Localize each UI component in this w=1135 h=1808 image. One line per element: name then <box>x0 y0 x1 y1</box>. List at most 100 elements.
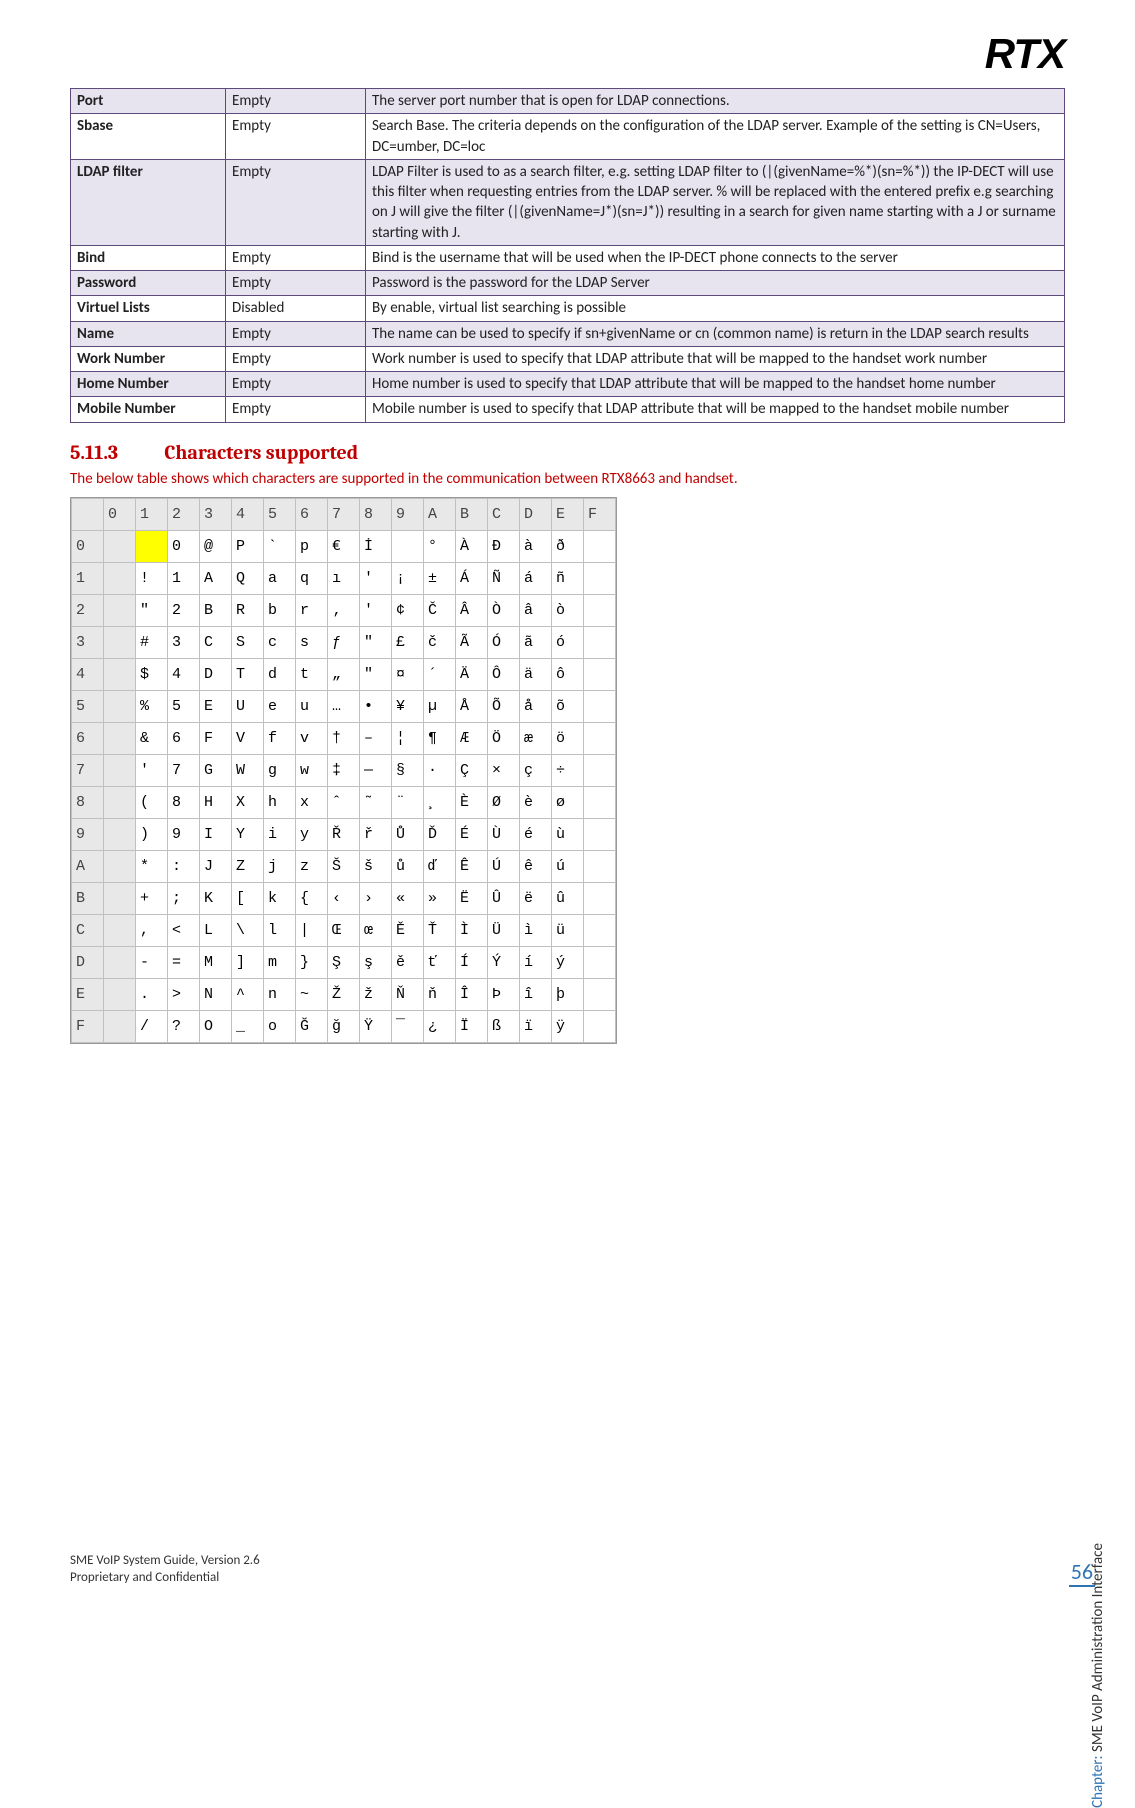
param-default: Empty <box>226 159 366 245</box>
char-cell: s <box>296 627 328 659</box>
param-default: Empty <box>226 372 366 397</box>
char-cell: j <box>264 851 296 883</box>
char-cell: , <box>136 915 168 947</box>
param-desc: Search Base. The criteria depends on the… <box>366 114 1065 160</box>
char-cell <box>584 723 616 755</box>
char-cell: î <box>520 979 552 1011</box>
char-cell: Ů <box>392 819 424 851</box>
param-default: Disabled <box>226 296 366 321</box>
section-heading: 5.11.3 Characters supported <box>70 441 1065 464</box>
char-cell: 0 <box>168 531 200 563</box>
param-name: Home Number <box>71 372 226 397</box>
char-cell <box>104 531 136 563</box>
char-cell: P <box>232 531 264 563</box>
char-cell: ± <box>424 563 456 595</box>
char-cell: ì <box>520 915 552 947</box>
char-cell: û <box>552 883 584 915</box>
char-cell: ã <box>520 627 552 659</box>
char-cell: Ť <box>424 915 456 947</box>
char-cell: ¨ <box>392 787 424 819</box>
char-cell: B <box>200 595 232 627</box>
char-cell <box>584 915 616 947</box>
char-row-header: F <box>72 1011 104 1043</box>
char-cell: ň <box>424 979 456 1011</box>
char-cell: Ş <box>328 947 360 979</box>
char-cell: Ê <box>456 851 488 883</box>
char-row: 2"2BRbr‚'¢ČÂÒâò <box>72 595 616 627</box>
char-cell: ş <box>360 947 392 979</box>
char-cell: — <box>360 755 392 787</box>
char-cell: Á <box>456 563 488 595</box>
char-cell: ‚ <box>328 595 360 627</box>
char-cell: č <box>424 627 456 659</box>
param-desc: Bind is the username that will be used w… <box>366 245 1065 270</box>
char-cell: ¢ <box>392 595 424 627</box>
char-cell: # <box>136 627 168 659</box>
character-table-wrap: 0123456789ABCDEF 00@P`p€İ°ÀĐàð1!1AQaqı'¡… <box>70 497 617 1044</box>
char-cell: Ï <box>456 1011 488 1043</box>
char-row: D-=M]m}ŞşěťÍÝíý <box>72 947 616 979</box>
char-col-header: D <box>520 499 552 531</box>
char-cell: „ <box>328 659 360 691</box>
param-name: LDAP filter <box>71 159 226 245</box>
param-name: Port <box>71 89 226 114</box>
char-cell: F <box>200 723 232 755</box>
char-cell: Ä <box>456 659 488 691</box>
char-cell <box>584 819 616 851</box>
char-row-header: 5 <box>72 691 104 723</box>
char-row-header: D <box>72 947 104 979</box>
char-cell: Q <box>232 563 264 595</box>
char-cell: > <box>168 979 200 1011</box>
char-cell: Ë <box>456 883 488 915</box>
char-cell: < <box>168 915 200 947</box>
char-cell: ¤ <box>392 659 424 691</box>
char-cell: È <box>456 787 488 819</box>
param-default: Empty <box>226 114 366 160</box>
char-cell: Z <box>232 851 264 883</box>
char-cell: Ě <box>392 915 424 947</box>
character-table: 0123456789ABCDEF 00@P`p€İ°ÀĐàð1!1AQaqı'¡… <box>71 498 616 1043</box>
char-cell: 2 <box>168 595 200 627</box>
char-cell: e <box>264 691 296 723</box>
char-cell: ] <box>232 947 264 979</box>
param-desc: Mobile number is used to specify that LD… <box>366 397 1065 422</box>
char-cell: Ñ <box>488 563 520 595</box>
char-cell: á <box>520 563 552 595</box>
char-cell <box>584 851 616 883</box>
char-cell: ˜ <box>360 787 392 819</box>
char-cell: £ <box>392 627 424 659</box>
char-cell: ů <box>392 851 424 883</box>
char-cell: ´ <box>424 659 456 691</box>
char-cell: ¿ <box>424 1011 456 1043</box>
char-row: 7'7GWgw‡—§·Ç×ç÷ <box>72 755 616 787</box>
char-cell: k <box>264 883 296 915</box>
param-name: Name <box>71 321 226 346</box>
char-cell: æ <box>520 723 552 755</box>
char-cell: œ <box>360 915 392 947</box>
char-cell: ! <box>136 563 168 595</box>
char-row-header: 2 <box>72 595 104 627</box>
char-cell: ÿ <box>552 1011 584 1043</box>
char-row: F/?O_oĞğŸ¯¿Ïßïÿ <box>72 1011 616 1043</box>
param-name: Mobile Number <box>71 397 226 422</box>
char-cell: " <box>360 627 392 659</box>
char-cell: ý <box>552 947 584 979</box>
char-cell: O <box>200 1011 232 1043</box>
table-row: LDAP filterEmptyLDAP Filter is used to a… <box>71 159 1065 245</box>
char-cell: * <box>136 851 168 883</box>
char-cell: N <box>200 979 232 1011</box>
char-cell: ř <box>360 819 392 851</box>
char-cell: 5 <box>168 691 200 723</box>
char-col-header: 4 <box>232 499 264 531</box>
char-row-header: 4 <box>72 659 104 691</box>
param-default: Empty <box>226 271 366 296</box>
footer-line-2: Proprietary and Confidential <box>70 1570 260 1587</box>
char-cell <box>104 595 136 627</box>
param-name: Virtuel Lists <box>71 296 226 321</box>
char-cell: × <box>488 755 520 787</box>
char-cell: € <box>328 531 360 563</box>
char-cell: : <box>168 851 200 883</box>
char-cell: Æ <box>456 723 488 755</box>
char-cell: | <box>296 915 328 947</box>
table-row: NameEmptyThe name can be used to specify… <box>71 321 1065 346</box>
